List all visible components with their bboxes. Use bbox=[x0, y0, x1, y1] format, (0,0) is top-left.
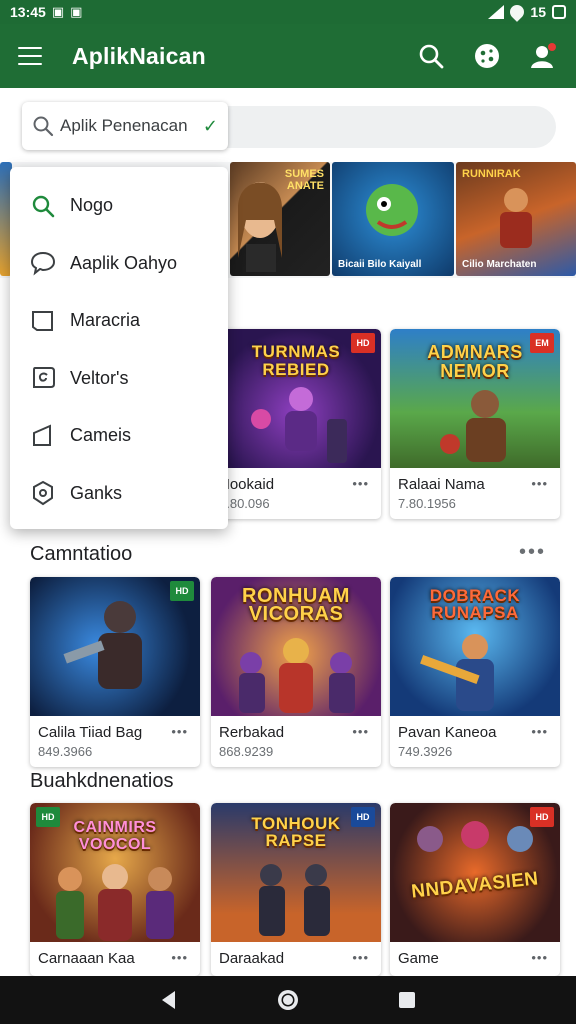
search-icon bbox=[33, 116, 54, 137]
game-name: Ralaai Nama bbox=[398, 476, 485, 493]
banner-caption: Cilio Marchaten bbox=[462, 259, 537, 270]
game-art: CAINMIRS VOOCOL HD bbox=[30, 803, 200, 942]
banner-title: SUMES ANATE bbox=[284, 168, 324, 192]
status-bar: 13:45 ▣ ▣ 15 bbox=[0, 0, 576, 24]
game-meta: 749.3926 bbox=[398, 744, 453, 759]
game-card[interactable]: CAINMIRS VOOCOL HD Carnaaan Kaa ••• bbox=[30, 803, 200, 976]
card-badge: HD bbox=[36, 807, 60, 827]
menu-item-ganks[interactable]: Ganks bbox=[10, 465, 228, 523]
app-bar: AplikNaican bbox=[0, 24, 576, 88]
section-title: Camntatioo bbox=[30, 543, 133, 565]
game-controller-icon[interactable] bbox=[472, 41, 502, 71]
more-options-icon[interactable]: ••• bbox=[531, 950, 548, 965]
menu-item-nogo[interactable]: Nogo bbox=[10, 177, 228, 235]
banner-title: RUNNIRAK bbox=[462, 168, 521, 180]
game-meta: 868.9239 bbox=[219, 744, 274, 759]
more-options-icon[interactable]: ••• bbox=[531, 476, 548, 491]
search-row: Aplik Penenacan ✓ bbox=[0, 88, 576, 162]
game-card[interactable]: TONHOUK RAPSE HD Daraakad ••• bbox=[211, 803, 381, 976]
signal-icon bbox=[488, 5, 505, 19]
recents-icon[interactable] bbox=[387, 980, 427, 1020]
menu-item-label: Aaplik Oahyo bbox=[70, 252, 178, 273]
section-title: Buahkdnenatios bbox=[30, 770, 174, 792]
app-title: AplikNaican bbox=[72, 42, 206, 69]
more-options-icon[interactable]: ••• bbox=[352, 476, 369, 491]
card-badge: EM bbox=[530, 333, 554, 353]
banner-caption: Bicaii Bilo Kaiyall bbox=[338, 259, 422, 270]
art-title: DOBRACK RUNAPSA bbox=[429, 586, 521, 622]
game-card[interactable]: DOBRACK RUNAPSA Pavan Kaneoa 749.3926 ••… bbox=[390, 577, 560, 767]
wifi-icon bbox=[507, 2, 528, 22]
banner-card[interactable]: SUMES ANATE bbox=[230, 162, 330, 276]
check-icon: ✓ bbox=[202, 115, 218, 136]
menu-item-cameis[interactable]: Cameis bbox=[10, 407, 228, 465]
game-art: DOBRACK RUNAPSA bbox=[390, 577, 560, 716]
more-options-icon[interactable]: ••• bbox=[352, 950, 369, 965]
menu-icon[interactable] bbox=[18, 47, 42, 65]
search-placeholder: Aplik Penenacan bbox=[60, 116, 188, 135]
menu-item-maracria[interactable]: Maracria bbox=[10, 292, 228, 350]
more-options-icon[interactable]: ••• bbox=[352, 724, 369, 739]
game-card[interactable]: NNDAVASIEN HD Game ••• bbox=[390, 803, 560, 976]
game-art: HD bbox=[30, 577, 200, 716]
game-art: RONHUAM VICORAS bbox=[211, 577, 381, 716]
banner-card[interactable]: Bicaii Bilo Kaiyall bbox=[332, 162, 454, 276]
game-art: ADMNARS NEMOR EM bbox=[390, 329, 560, 468]
more-options-icon[interactable]: ••• bbox=[171, 724, 188, 739]
banner-card[interactable]: RUNNIRAK Cilio Marchaten bbox=[456, 162, 576, 276]
menu-item-veltors[interactable]: Veltor's bbox=[10, 350, 228, 408]
dropdown-menu: Nogo Aaplik Oahyo Maracria Veltor's Came… bbox=[10, 167, 228, 529]
game-card[interactable]: TURNMAS REBIED HD Nookaid 7.80.096 ••• bbox=[211, 329, 381, 519]
game-card[interactable]: ADMNARS NEMOR EM Ralaai Nama 7.80.1956 •… bbox=[390, 329, 560, 519]
more-options-icon[interactable]: ••• bbox=[519, 541, 546, 564]
menu-item-label: Veltor's bbox=[70, 367, 129, 388]
battery-level: 15 bbox=[530, 4, 546, 20]
menu-item-aaplik-oahyo[interactable]: Aaplik Oahyo bbox=[10, 235, 228, 293]
game-card[interactable]: RONHUAM VICORAS Rerbakad 868.9239 ••• bbox=[211, 577, 381, 767]
search-icon[interactable] bbox=[416, 41, 446, 71]
game-name: Carnaaan Kaa bbox=[38, 950, 135, 967]
search-input[interactable]: Aplik Penenacan ✓ bbox=[22, 102, 228, 150]
game-name: Rerbakad bbox=[219, 724, 285, 741]
art-title: RONHUAM VICORAS bbox=[242, 585, 350, 625]
account-icon[interactable] bbox=[528, 41, 558, 71]
game-art: NNDAVASIEN HD bbox=[390, 803, 560, 942]
more-options-icon[interactable]: ••• bbox=[171, 950, 188, 965]
flag-icon bbox=[30, 423, 56, 449]
card-badge: HD bbox=[170, 581, 194, 601]
badge-icon bbox=[30, 480, 56, 506]
game-meta: 7.80.1956 bbox=[398, 496, 456, 511]
menu-item-label: Ganks bbox=[70, 482, 123, 503]
battery-icon bbox=[552, 5, 566, 19]
card-badge: HD bbox=[351, 807, 375, 827]
game-art: TURNMAS REBIED HD bbox=[211, 329, 381, 468]
status-time: 13:45 bbox=[10, 4, 46, 20]
card-badge: HD bbox=[351, 333, 375, 353]
more-options-icon[interactable]: ••• bbox=[531, 724, 548, 739]
menu-item-label: Cameis bbox=[70, 425, 132, 446]
notification-icon: ▣ bbox=[70, 4, 83, 19]
navigation-bar bbox=[0, 976, 576, 1024]
back-icon[interactable] bbox=[149, 980, 189, 1020]
game-name: Daraakad bbox=[219, 950, 285, 967]
tablet-icon bbox=[30, 308, 56, 334]
game-name: Game bbox=[398, 950, 439, 967]
notification-icon: ▣ bbox=[51, 4, 65, 19]
menu-item-label: Nogo bbox=[70, 195, 114, 216]
game-art: TONHOUK RAPSE HD bbox=[211, 803, 381, 942]
game-meta: 849.3966 bbox=[38, 744, 93, 759]
game-name: Pavan Kaneoa bbox=[398, 724, 497, 741]
chat-bubble-icon bbox=[30, 250, 56, 276]
game-card[interactable]: HD Calila Tiiad Bag 849.3966 ••• bbox=[30, 577, 200, 767]
home-icon[interactable] bbox=[268, 980, 308, 1020]
card-badge: HD bbox=[530, 807, 554, 827]
menu-item-label: Maracria bbox=[70, 310, 141, 331]
search-icon bbox=[30, 193, 56, 219]
game-name: Calila Tiiad Bag bbox=[38, 724, 143, 741]
chat-swirl-icon bbox=[30, 365, 56, 391]
